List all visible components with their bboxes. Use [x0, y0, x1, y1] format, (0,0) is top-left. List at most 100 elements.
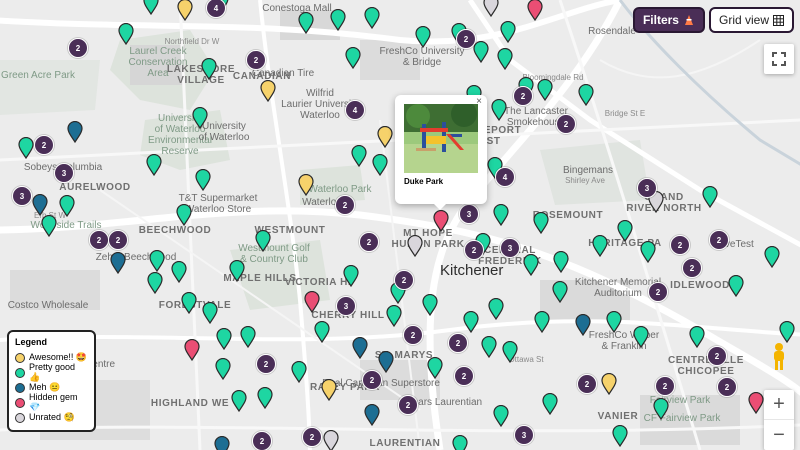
map-pin-gem[interactable]	[433, 210, 449, 232]
street-view-button[interactable]	[764, 340, 794, 374]
map-pin-awesome[interactable]	[601, 373, 617, 395]
map-pin-good[interactable]	[386, 305, 402, 327]
map-pin-good[interactable]	[612, 425, 628, 447]
map-pin-good[interactable]	[147, 272, 163, 294]
map-pin-good[interactable]	[255, 230, 271, 252]
map-pin-good[interactable]	[542, 393, 558, 415]
map-pin-good[interactable]	[195, 169, 211, 191]
fullscreen-button[interactable]	[764, 44, 794, 74]
map-pin-good[interactable]	[291, 361, 307, 383]
marker-cluster[interactable]: 2	[655, 376, 675, 396]
map-pin-good[interactable]	[201, 58, 217, 80]
marker-cluster[interactable]: 2	[670, 235, 690, 255]
map-pin-gem[interactable]	[184, 339, 200, 361]
marker-cluster[interactable]: 2	[403, 325, 423, 345]
close-icon[interactable]: ×	[476, 96, 482, 107]
map-pin-good[interactable]	[215, 358, 231, 380]
map-pin-good[interactable]	[493, 405, 509, 427]
map-pin-good[interactable]	[330, 9, 346, 31]
map-pin-gem[interactable]	[527, 0, 543, 21]
map-pin-good[interactable]	[493, 204, 509, 226]
map-pin-good[interactable]	[497, 48, 513, 70]
map-pin-good[interactable]	[633, 326, 649, 348]
map-pin-good[interactable]	[500, 21, 516, 43]
map-pin-meh[interactable]	[378, 351, 394, 373]
filters-button[interactable]: Filters	[632, 7, 705, 33]
map-pin-good[interactable]	[171, 261, 187, 283]
marker-cluster[interactable]: 2	[717, 377, 737, 397]
map-pin-good[interactable]	[343, 265, 359, 287]
marker-cluster[interactable]: 2	[682, 258, 702, 278]
marker-cluster[interactable]: 2	[456, 29, 476, 49]
marker-cluster[interactable]: 3	[336, 296, 356, 316]
map-pin-good[interactable]	[427, 357, 443, 379]
map-pin-unrated[interactable]	[483, 0, 499, 17]
map-pin-awesome[interactable]	[377, 126, 393, 148]
marker-cluster[interactable]: 2	[709, 230, 729, 250]
map-pin-good[interactable]	[240, 326, 256, 348]
marker-cluster[interactable]: 3	[514, 425, 534, 445]
marker-cluster[interactable]: 2	[68, 38, 88, 58]
map-pin-good[interactable]	[216, 328, 232, 350]
marker-cluster[interactable]: 2	[246, 50, 266, 70]
map-pin-meh[interactable]	[364, 404, 380, 426]
map-pin-meh[interactable]	[352, 337, 368, 359]
marker-cluster[interactable]: 2	[556, 114, 576, 134]
map-pin-good[interactable]	[422, 294, 438, 316]
map-pin-good[interactable]	[351, 145, 367, 167]
marker-cluster[interactable]: 3	[500, 238, 520, 258]
map-pin-good[interactable]	[415, 26, 431, 48]
marker-cluster[interactable]: 2	[648, 282, 668, 302]
map-pin-good[interactable]	[202, 302, 218, 324]
map-pin-good[interactable]	[764, 246, 780, 268]
marker-cluster[interactable]: 2	[448, 333, 468, 353]
map-pin-good[interactable]	[372, 154, 388, 176]
map-pin-good[interactable]	[537, 79, 553, 101]
map-pin-good[interactable]	[118, 23, 134, 45]
map-pin-good[interactable]	[364, 7, 380, 29]
marker-cluster[interactable]: 4	[495, 167, 515, 187]
map-pin-good[interactable]	[653, 398, 669, 420]
map-pin-good[interactable]	[534, 311, 550, 333]
marker-cluster[interactable]: 2	[707, 346, 727, 366]
map-pin-gem[interactable]	[304, 291, 320, 313]
map-pin-good[interactable]	[523, 254, 539, 276]
marker-cluster[interactable]: 2	[34, 135, 54, 155]
marker-cluster[interactable]: 3	[54, 163, 74, 183]
marker-cluster[interactable]: 2	[256, 354, 276, 374]
map-pin-good[interactable]	[452, 435, 468, 450]
map-pin-good[interactable]	[345, 47, 361, 69]
map-pin-good[interactable]	[231, 390, 247, 412]
marker-cluster[interactable]: 2	[394, 270, 414, 290]
map-pin-good[interactable]	[59, 195, 75, 217]
grid-view-button[interactable]: Grid view	[708, 7, 794, 33]
map-pin-good[interactable]	[146, 154, 162, 176]
marker-cluster[interactable]: 2	[464, 240, 484, 260]
map-pin-good[interactable]	[257, 387, 273, 409]
map-pin-good[interactable]	[463, 311, 479, 333]
map-pin-good[interactable]	[606, 311, 622, 333]
map-pin-good[interactable]	[18, 137, 34, 159]
marker-cluster[interactable]: 3	[12, 186, 32, 206]
map-pin-good[interactable]	[533, 212, 549, 234]
map-pin-meh[interactable]	[110, 252, 126, 274]
map-pin-good[interactable]	[552, 281, 568, 303]
map-pin-good[interactable]	[481, 336, 497, 358]
map-pin-unrated[interactable]	[323, 430, 339, 450]
marker-cluster[interactable]: 2	[89, 230, 109, 250]
marker-cluster[interactable]: 2	[108, 230, 128, 250]
map-pin-good[interactable]	[314, 321, 330, 343]
marker-cluster[interactable]: 3	[459, 204, 479, 224]
map-pin-good[interactable]	[592, 235, 608, 257]
marker-cluster[interactable]: 2	[513, 86, 533, 106]
zoom-out-button[interactable]: −	[764, 420, 794, 450]
place-popup[interactable]: × Duke Park	[395, 95, 487, 210]
map-pin-gem[interactable]	[748, 392, 764, 414]
map-pin-awesome[interactable]	[177, 0, 193, 21]
map-pin-good[interactable]	[473, 41, 489, 63]
map-pin-good[interactable]	[229, 260, 245, 282]
marker-cluster[interactable]: 2	[252, 431, 272, 450]
marker-cluster[interactable]: 2	[577, 374, 597, 394]
marker-cluster[interactable]: 4	[345, 100, 365, 120]
map-pin-good[interactable]	[176, 204, 192, 226]
